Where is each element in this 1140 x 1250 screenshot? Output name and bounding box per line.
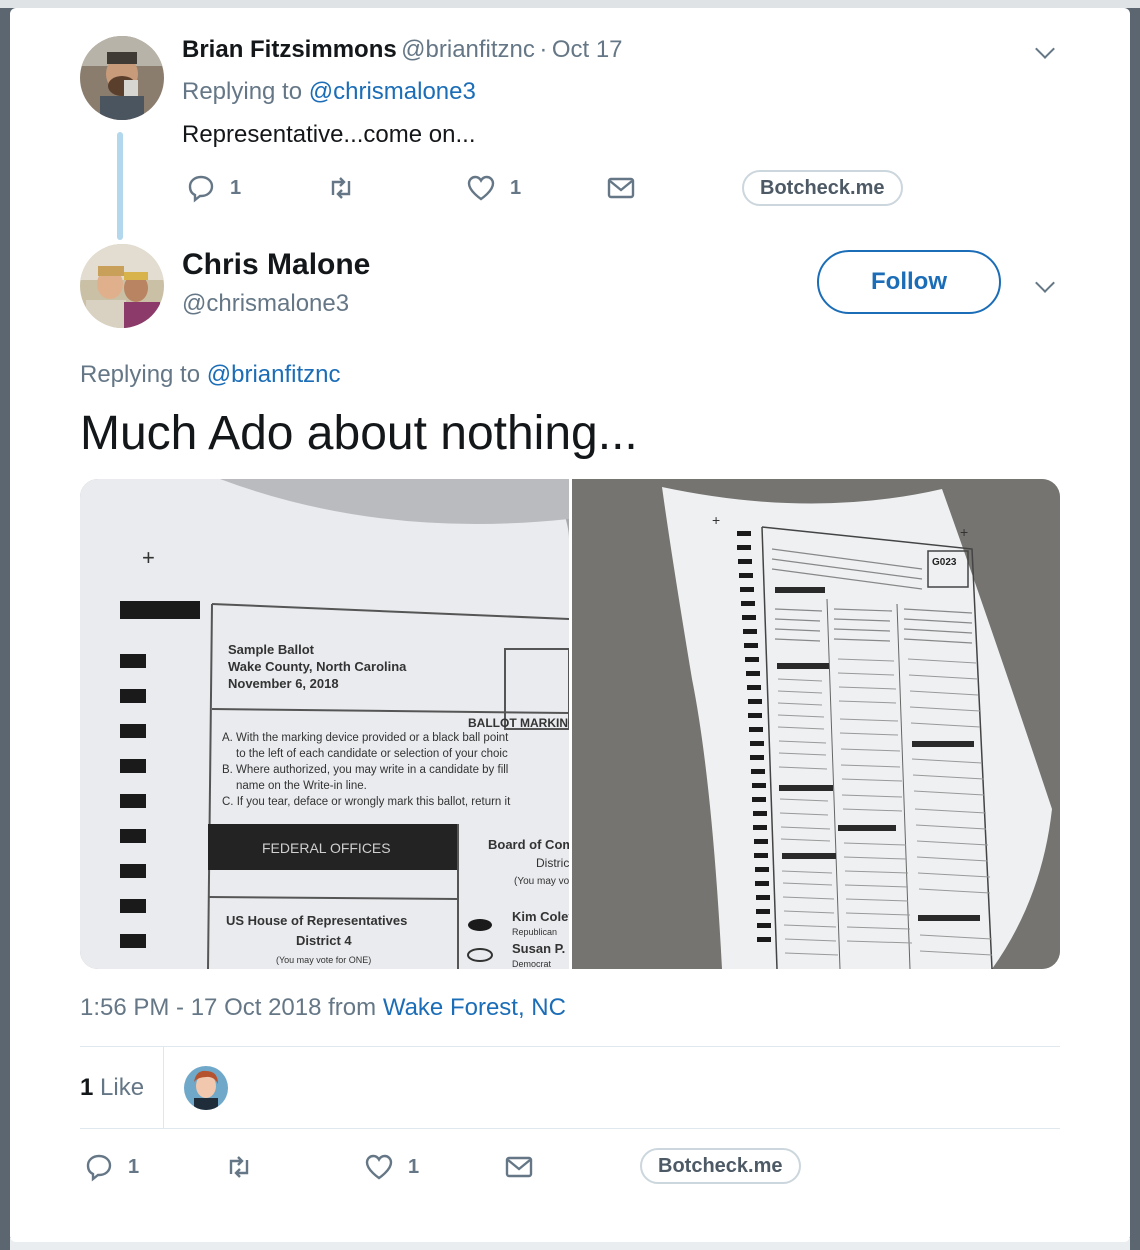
ballot-left-instr-5: C. If you tear, deface or wrongly mark t… <box>222 796 511 808</box>
ballot-left-instr-4: name on the Write-in line. <box>236 780 367 792</box>
reply-like-count: 1 <box>510 176 522 199</box>
main-tweet-text: Much Ado about nothing... <box>80 407 638 460</box>
main-like-count: 1 <box>408 1155 420 1178</box>
reply-header: Brian Fitzsimmons @brianfitznc · Oct 17 <box>182 36 623 64</box>
ballot-left-district-line: Distric <box>536 856 569 870</box>
browser-top-strip <box>0 0 1140 8</box>
likes-stat[interactable]: 1 Like <box>80 1074 144 1102</box>
ballot-left-instr-2: to the left of each candidate or selecti… <box>236 748 508 760</box>
main-replying-to: Replying to @brianfitznc <box>80 361 341 389</box>
likes-stat-label: Like <box>100 1074 145 1101</box>
divider-vertical <box>163 1046 164 1128</box>
retweet-icon <box>331 177 351 199</box>
ballot-right-code: G023 <box>932 557 957 568</box>
reply-like-button[interactable]: 1 <box>466 173 521 203</box>
reply-replying-to: Replying to @chrismalone3 <box>182 78 476 106</box>
divider-top <box>80 1046 1060 1047</box>
tweet-location[interactable]: Wake Forest, NC <box>383 994 566 1021</box>
reply-icon <box>86 1154 112 1182</box>
tweet-media: + Sample Ballot Wake County, North Carol… <box>80 479 1060 969</box>
main-replying-prefix: Replying to <box>80 361 201 388</box>
thread-line <box>117 132 123 240</box>
main-replying-handle[interactable]: @brianfitznc <box>207 361 341 388</box>
ballot-left-line-1: Sample Ballot <box>228 642 315 657</box>
ballot-left-cand1-party: Republican <box>512 927 557 937</box>
reply-reply-count: 1 <box>230 176 242 199</box>
main-dm-button[interactable] <box>504 1152 534 1182</box>
heart-icon <box>365 1154 393 1180</box>
ballot-left-line-3: November 6, 2018 <box>228 676 339 691</box>
svg-text:+: + <box>142 545 155 570</box>
reply-separator: · <box>539 36 548 63</box>
follow-button[interactable]: Follow <box>817 250 1001 314</box>
ballot-left-board: Board of Com <box>488 837 569 852</box>
chris-avatar[interactable] <box>80 244 164 328</box>
ballot-left-vote-one: (You may vote for ONE) <box>276 955 371 965</box>
main-author-handle[interactable]: @chrismalone3 <box>182 290 349 318</box>
tweet-modal: Brian Fitzsimmons @brianfitznc · Oct 17 … <box>10 8 1130 1242</box>
main-chevron-down-icon[interactable] <box>1035 273 1055 293</box>
ballot-left-district: District 4 <box>296 933 352 948</box>
reply-replying-handle[interactable]: @chrismalone3 <box>309 78 476 105</box>
ballot-left-marking: BALLOT MARKING I <box>468 716 569 730</box>
ballot-photo-right[interactable]: G023 + + <box>572 479 1060 969</box>
ballot-left-instr-3: B. Where authorized, you may write in a … <box>222 764 508 776</box>
reply-text: Representative...come on... <box>182 121 476 148</box>
reply-dm-button[interactable] <box>606 173 636 203</box>
main-like-button[interactable]: 1 <box>364 1152 419 1182</box>
main-author-name[interactable]: Chris Malone <box>182 248 370 282</box>
svg-text:+: + <box>960 524 968 540</box>
reply-botcheck-button[interactable]: Botcheck.me <box>742 170 903 206</box>
ballot-left-instr-1: A. With the marking device provided or a… <box>222 732 509 744</box>
ballot-left-cand2-party: Democrat <box>512 959 552 969</box>
reply-chevron-down-icon[interactable] <box>1035 39 1055 59</box>
divider-bottom <box>80 1128 1060 1129</box>
reply-author-handle[interactable]: @brianfitznc <box>401 36 535 63</box>
envelope-icon <box>505 1156 533 1178</box>
heart-icon <box>467 175 495 201</box>
ballot-photo-left[interactable]: + Sample Ballot Wake County, North Carol… <box>80 479 584 969</box>
brian-avatar[interactable] <box>80 36 164 120</box>
liker-avatar[interactable] <box>184 1066 228 1110</box>
ballot-left-house: US House of Representatives <box>226 913 407 928</box>
ballot-left-federal: FEDERAL OFFICES <box>262 840 391 856</box>
reply-replying-prefix: Replying to <box>182 78 303 105</box>
tweet-timestamp-row: 1:56 PM - 17 Oct 2018 from Wake Forest, … <box>80 994 566 1022</box>
ballot-left-cand2: Susan P. E <box>512 941 569 956</box>
likes-stat-count: 1 <box>80 1074 94 1101</box>
reply-retweet-button[interactable] <box>326 173 356 203</box>
main-reply-button[interactable]: 1 <box>84 1152 139 1182</box>
svg-text:+: + <box>712 512 720 528</box>
retweet-icon <box>229 1156 249 1178</box>
main-botcheck-button[interactable]: Botcheck.me <box>640 1148 801 1184</box>
envelope-icon <box>607 177 635 199</box>
reply-date[interactable]: Oct 17 <box>552 36 623 63</box>
reply-author-name[interactable]: Brian Fitzsimmons <box>182 36 397 63</box>
main-retweet-button[interactable] <box>224 1152 254 1182</box>
reply-reply-button[interactable]: 1 <box>186 173 241 203</box>
tweet-timestamp[interactable]: 1:56 PM - 17 Oct 2018 from <box>80 994 376 1021</box>
ballot-left-vote: (You may vote <box>514 876 569 887</box>
ballot-left-line-2: Wake County, North Carolina <box>228 659 407 674</box>
reply-icon <box>188 175 214 203</box>
main-reply-count: 1 <box>128 1155 140 1178</box>
ballot-left-cand1: Kim Coley <box>512 909 569 924</box>
